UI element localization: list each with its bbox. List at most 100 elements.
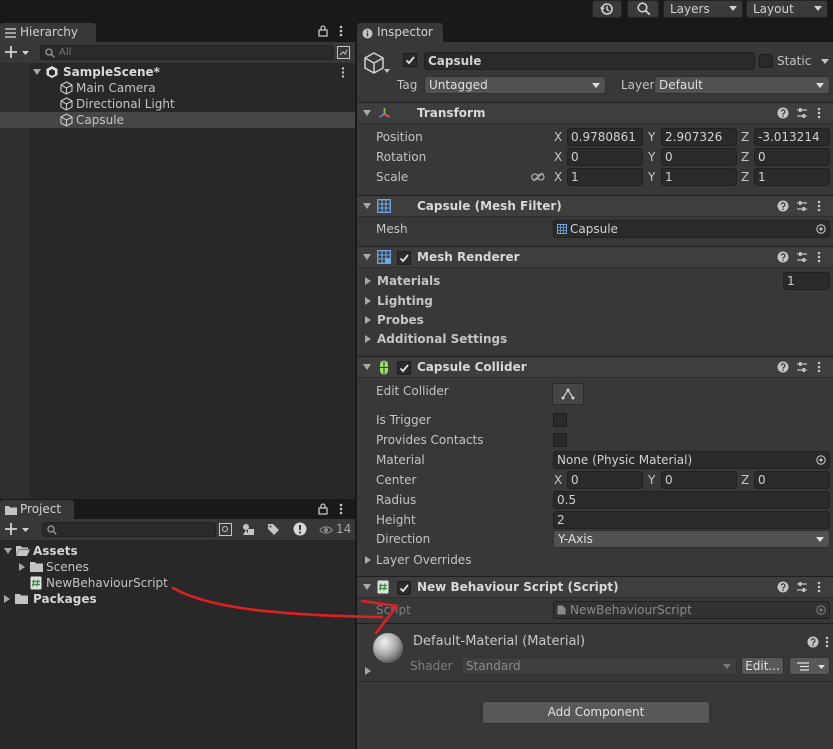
hierarchy-item-directional-light[interactable]: Directional Light — [0, 96, 355, 112]
scene-visibility-icon[interactable] — [337, 46, 350, 59]
center-z-field[interactable]: 0 — [754, 471, 830, 489]
height-field[interactable]: 2 — [553, 511, 830, 529]
lighting-foldout[interactable]: Lighting — [357, 293, 833, 311]
filter-by-type-icon[interactable] — [242, 523, 255, 536]
layout-dropdown[interactable]: Layout — [746, 0, 828, 18]
more-options-icon[interactable] — [817, 200, 821, 212]
help-icon[interactable] — [777, 200, 789, 212]
additional-settings-foldout[interactable]: Additional Settings — [357, 331, 833, 349]
tab-inspector[interactable]: Inspector — [357, 23, 443, 42]
layer-dropdown[interactable]: Default — [654, 76, 830, 94]
transform-header[interactable]: Transform — [357, 102, 833, 124]
chevron-down-icon[interactable] — [384, 69, 390, 73]
tag-dropdown[interactable]: Untagged — [424, 76, 606, 94]
direction-dropdown[interactable]: Y-Axis — [553, 530, 830, 548]
folder-row-scenes[interactable]: Scenes — [0, 559, 355, 575]
project-search-input[interactable] — [42, 522, 216, 537]
scale-x-field[interactable]: 1 — [567, 168, 643, 186]
asset-row-script[interactable]: NewBehaviourScript — [0, 575, 355, 591]
rotation-y-field[interactable]: 0 — [661, 148, 737, 166]
more-options-icon[interactable] — [339, 503, 343, 515]
object-picker-icon[interactable] — [816, 455, 826, 465]
add-component-button[interactable]: Add Component — [482, 701, 710, 724]
static-checkbox[interactable] — [759, 54, 773, 68]
edit-collider-button[interactable] — [552, 383, 584, 405]
search-button[interactable] — [627, 0, 659, 18]
mesh-filter-header[interactable]: Capsule (Mesh Filter) — [357, 195, 833, 217]
materials-foldout[interactable]: Materials — [357, 273, 833, 291]
rotation-x-field[interactable]: 0 — [567, 148, 643, 166]
presets-icon[interactable] — [796, 251, 808, 263]
collapsed-arrow-icon[interactable] — [365, 667, 371, 675]
component-title: Capsule (Mesh Filter) — [417, 199, 562, 213]
mesh-object-field[interactable]: Capsule — [553, 220, 830, 238]
position-z-value: -3.013214 — [758, 130, 820, 144]
rotation-z-field[interactable]: 0 — [754, 148, 830, 166]
scene-row[interactable]: SampleScene* — [0, 64, 355, 80]
tab-project[interactable]: Project — [0, 500, 74, 519]
active-checkbox[interactable] — [403, 53, 417, 67]
lock-icon[interactable] — [318, 25, 328, 37]
mesh-renderer-header[interactable]: Mesh Renderer — [357, 246, 833, 268]
script-enabled-checkbox[interactable] — [397, 581, 411, 595]
more-options-icon[interactable] — [817, 107, 821, 119]
scale-z-field[interactable]: 1 — [754, 168, 830, 186]
presets-icon[interactable] — [796, 581, 808, 593]
object-picker-icon[interactable] — [816, 224, 826, 234]
edit-shader-button[interactable]: Edit... — [741, 657, 784, 675]
help-icon[interactable] — [777, 581, 789, 593]
position-z-field[interactable]: -3.013214 — [754, 128, 830, 146]
create-button[interactable] — [4, 45, 34, 59]
more-options-icon[interactable] — [825, 636, 829, 648]
hierarchy-item-main-camera[interactable]: Main Camera — [0, 80, 355, 96]
scale-label: Scale — [376, 170, 409, 184]
more-options-icon[interactable] — [817, 251, 821, 263]
tab-hierarchy[interactable]: Hierarchy — [0, 23, 96, 42]
script-component-header[interactable]: New Behaviour Script (Script) — [357, 576, 833, 598]
folder-row-packages[interactable]: Packages — [0, 591, 355, 607]
scale-y-field[interactable]: 1 — [661, 168, 737, 186]
show-warnings-icon[interactable] — [293, 522, 307, 536]
center-x-field[interactable]: 0 — [567, 471, 643, 489]
probes-foldout[interactable]: Probes — [357, 312, 833, 330]
physic-material-field[interactable]: None (Physic Material) — [553, 451, 830, 469]
capsule-collider-header[interactable]: Capsule Collider — [357, 356, 833, 378]
radius-field[interactable]: 0.5 — [553, 491, 830, 509]
more-options-icon[interactable] — [817, 581, 821, 593]
hierarchy-search-input[interactable]: All — [40, 45, 334, 60]
search-by-type-icon[interactable] — [219, 523, 232, 536]
material-preview-sphere[interactable] — [372, 632, 404, 664]
presets-icon[interactable] — [796, 200, 808, 212]
layer-overrides-foldout[interactable]: Layer Overrides — [357, 552, 833, 570]
help-icon[interactable] — [777, 361, 789, 373]
more-options-icon[interactable] — [339, 25, 343, 37]
more-options-icon[interactable] — [817, 361, 821, 373]
is-trigger-checkbox[interactable] — [553, 413, 567, 427]
create-asset-button[interactable] — [4, 522, 34, 536]
static-dropdown-icon[interactable] — [821, 59, 829, 64]
position-y-field[interactable]: 2.907326 — [661, 128, 737, 146]
folder-row-assets[interactable]: Assets — [0, 543, 355, 559]
scene-options-icon[interactable] — [341, 67, 345, 78]
materials-count-field[interactable]: 1 — [783, 272, 830, 290]
hierarchy-item-capsule[interactable]: Capsule — [0, 112, 355, 128]
presets-icon[interactable] — [796, 107, 808, 119]
mesh-renderer-enabled-checkbox[interactable] — [397, 251, 411, 265]
lock-icon[interactable] — [318, 503, 328, 515]
presets-icon[interactable] — [796, 361, 808, 373]
provides-contacts-checkbox[interactable] — [553, 433, 567, 447]
help-icon[interactable] — [777, 251, 789, 263]
object-name-input[interactable]: Capsule — [424, 52, 755, 70]
shader-options-button[interactable] — [789, 657, 830, 675]
constrain-proportions-icon[interactable] — [531, 172, 545, 182]
help-icon[interactable] — [777, 107, 789, 119]
expand-arrow-icon — [363, 364, 371, 370]
layers-dropdown[interactable]: Layers — [663, 0, 743, 18]
hidden-packages-icon[interactable] — [319, 525, 333, 535]
position-x-field[interactable]: 0.9780861 — [567, 128, 643, 146]
capsule-collider-enabled-checkbox[interactable] — [397, 361, 411, 375]
filter-by-label-icon[interactable] — [267, 523, 280, 536]
undo-history-button[interactable] — [592, 0, 622, 18]
center-y-field[interactable]: 0 — [661, 471, 737, 489]
help-icon[interactable] — [807, 636, 819, 648]
